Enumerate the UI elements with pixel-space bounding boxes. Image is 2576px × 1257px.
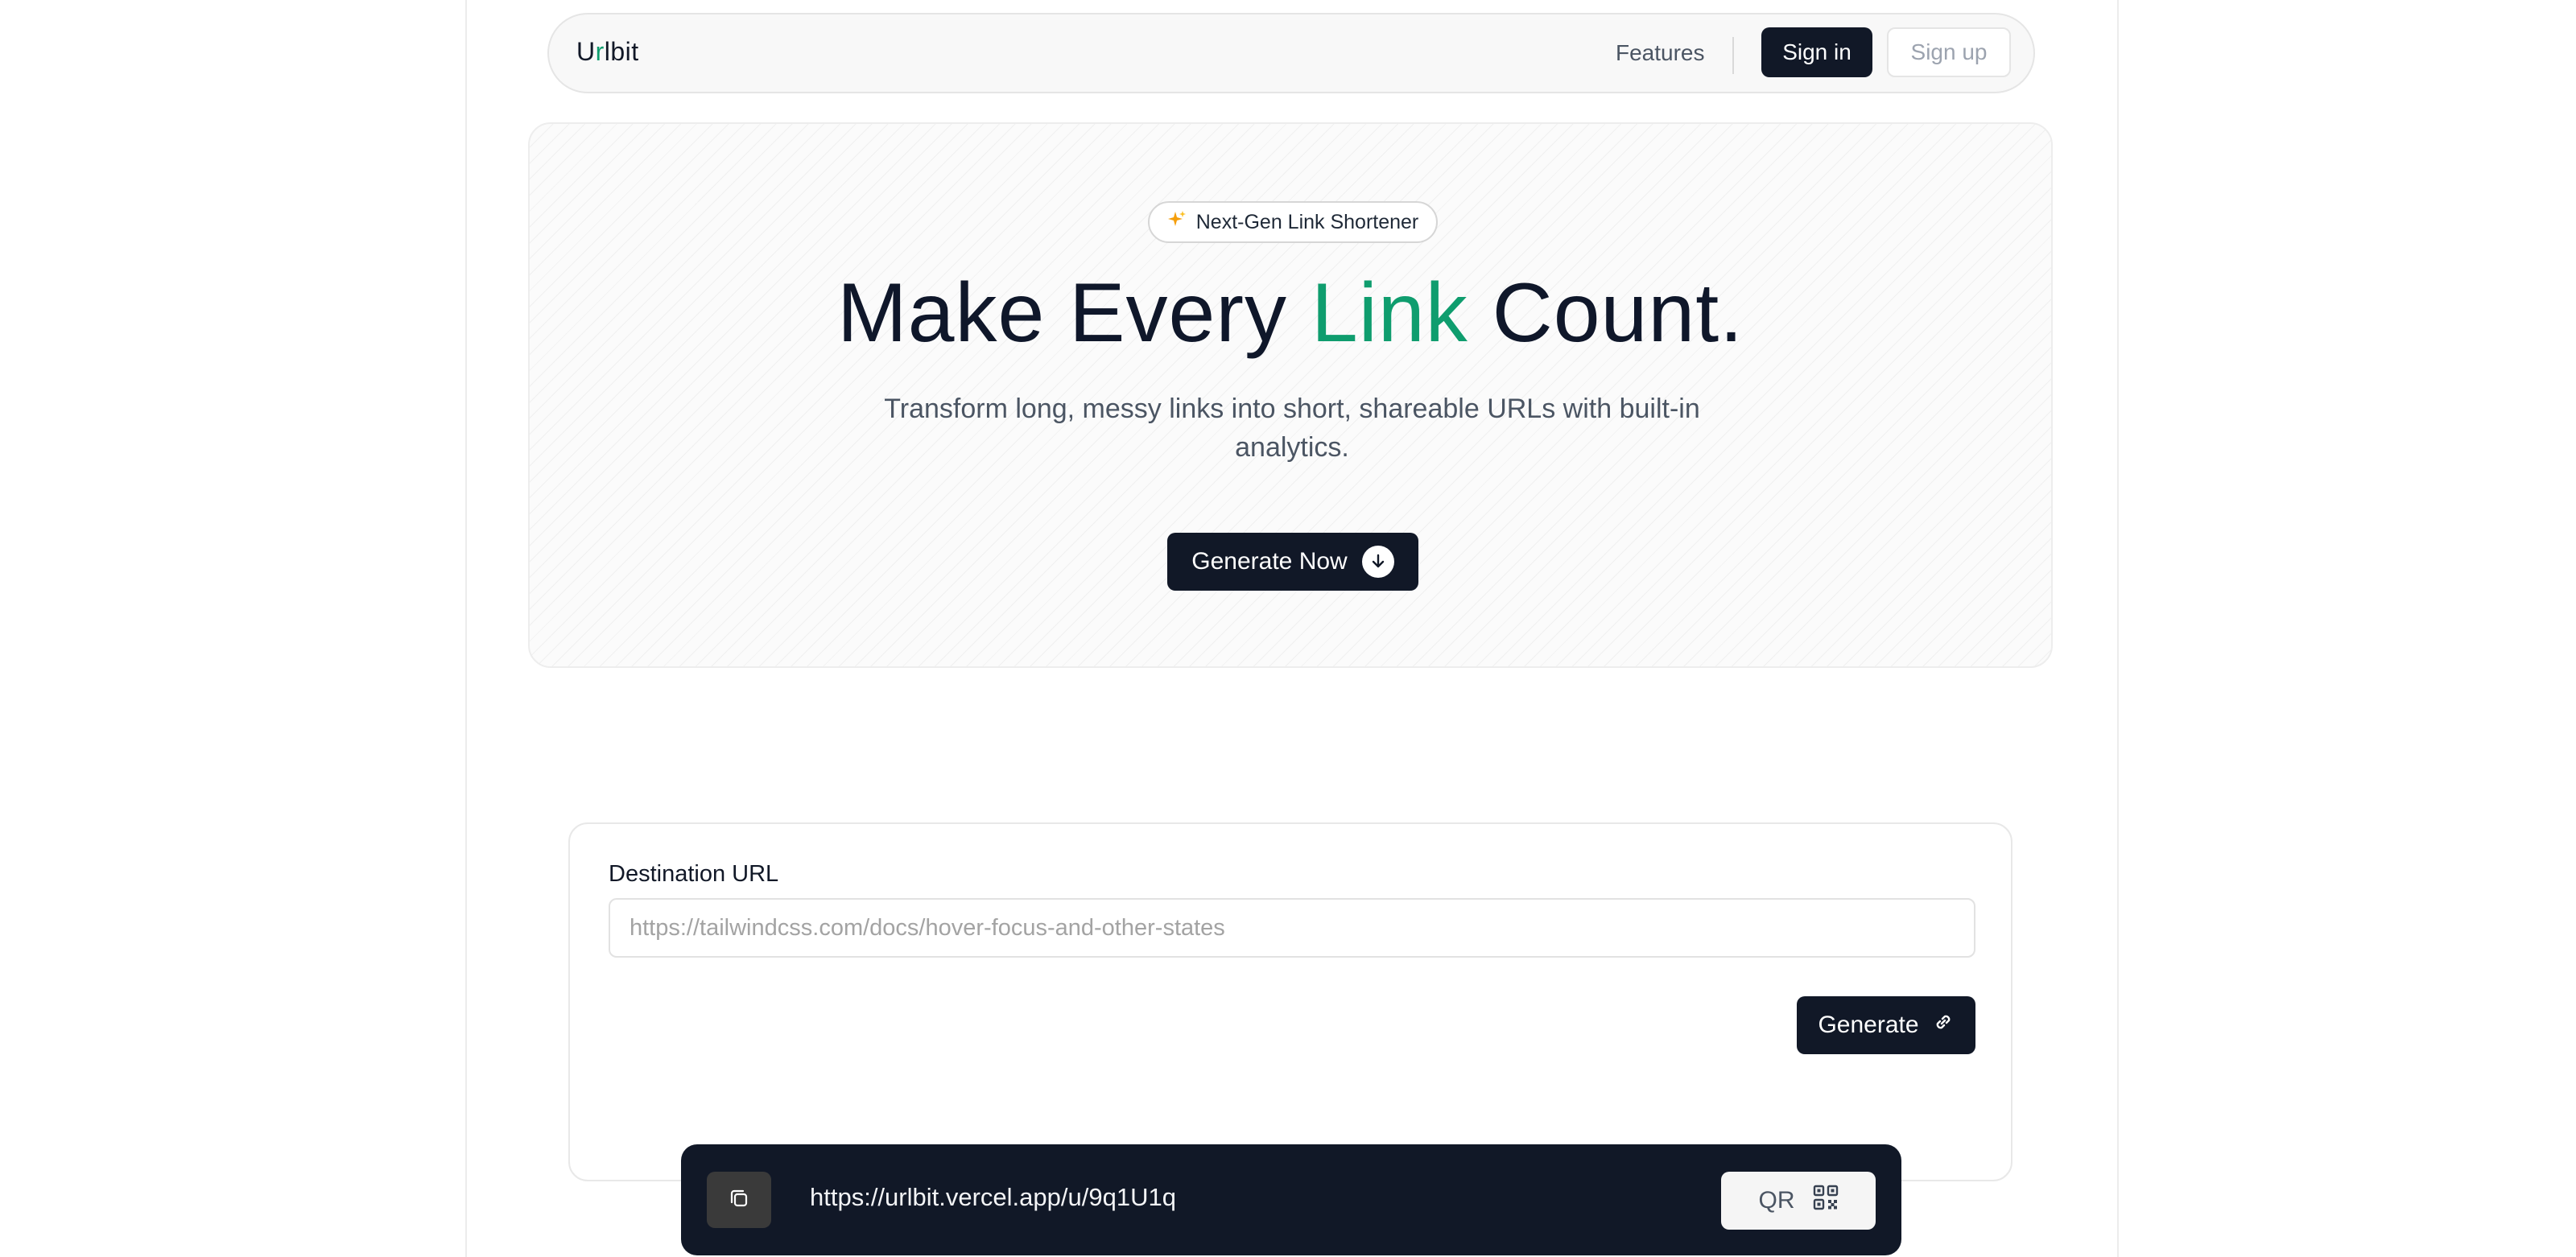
generate-label: Generate <box>1818 1012 1919 1038</box>
headline-end: Count. <box>1468 266 1744 360</box>
logo-accent: r <box>595 37 605 66</box>
hero-section: Next-Gen Link Shortener Make Every Link … <box>528 122 2053 668</box>
headline-start: Make Every <box>836 266 1311 360</box>
badge-label: Next-Gen Link Shortener <box>1195 210 1419 233</box>
signin-button[interactable]: Sign in <box>1761 27 1872 77</box>
hero-headline: Make Every Link Count. <box>530 266 2051 361</box>
nav-divider <box>1732 37 1734 74</box>
generate-button[interactable]: Generate <box>1797 996 1975 1054</box>
qr-code-icon <box>1813 1185 1839 1217</box>
copy-icon <box>727 1186 751 1214</box>
arrow-down-circle-icon <box>1361 546 1394 578</box>
headline-accent: Link <box>1311 266 1468 360</box>
short-url-text[interactable]: https://urlbit.vercel.app/u/9q1U1q <box>810 1183 1176 1212</box>
hero-subtitle: Transform long, messy links into short, … <box>884 394 1700 463</box>
qr-label: QR <box>1758 1187 1795 1214</box>
link-icon <box>1932 1011 1955 1040</box>
nav-link-features[interactable]: Features <box>1616 40 1705 66</box>
generate-now-button[interactable]: Generate Now <box>1167 533 1418 591</box>
qr-button[interactable]: QR <box>1721 1172 1876 1230</box>
navbar: Urlbit Features Sign in Sign up <box>547 13 2035 93</box>
result-bar: https://urlbit.vercel.app/u/9q1U1q QR <box>681 1144 1901 1255</box>
logo-prefix: U <box>576 37 596 66</box>
sparkles-icon <box>1167 210 1187 235</box>
logo[interactable]: Urlbit <box>576 37 639 67</box>
shorten-form-card: Destination URL Generate <box>568 822 2013 1181</box>
destination-url-input[interactable] <box>609 898 1975 958</box>
hero-badge: Next-Gen Link Shortener <box>1148 201 1438 243</box>
logo-suffix: lbit <box>604 37 639 66</box>
generate-now-label: Generate Now <box>1191 548 1348 575</box>
destination-url-label: Destination URL <box>609 861 779 887</box>
copy-button[interactable] <box>707 1172 771 1228</box>
signup-button[interactable]: Sign up <box>1887 27 2011 77</box>
